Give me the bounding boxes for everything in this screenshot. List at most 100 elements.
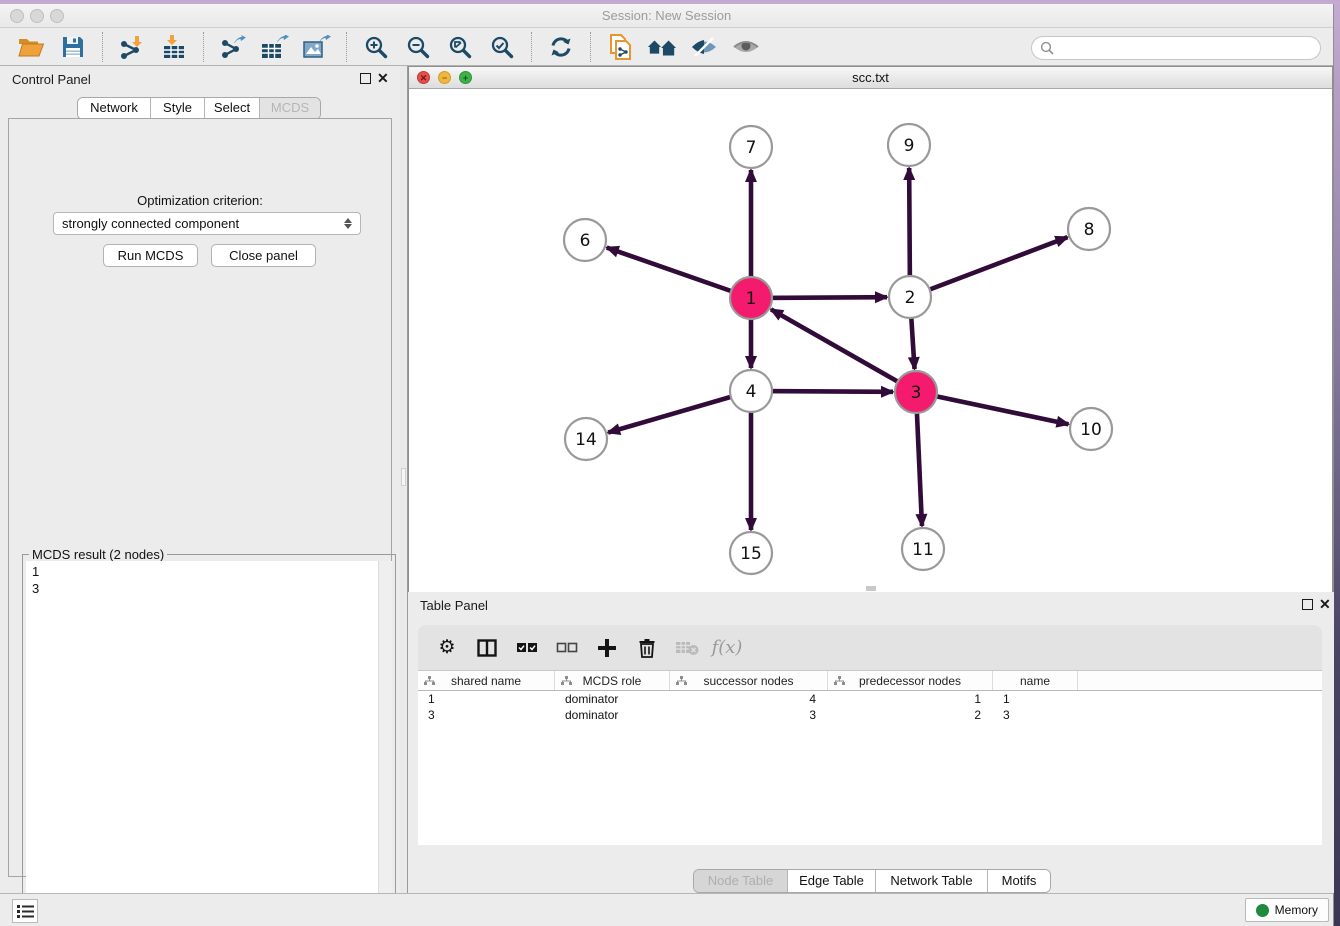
table-row[interactable]: 3 dominator 3 2 3 [418, 707, 1322, 723]
graph-node[interactable]: 1 [730, 277, 772, 319]
tree-icon [561, 676, 572, 686]
close-table-panel-icon[interactable]: ✕ [1319, 596, 1331, 612]
graph-node[interactable]: 6 [564, 219, 606, 261]
graph-node-label: 3 [911, 383, 922, 403]
graph-node[interactable]: 2 [889, 276, 931, 318]
memory-status-icon [1256, 904, 1269, 917]
network-graph[interactable]: 7 9 6 8 1 2 4 3 14 10 15 11 [409, 89, 1332, 592]
graph-node[interactable]: 10 [1070, 408, 1112, 450]
cell-predecessor-nodes[interactable]: 2 [828, 707, 993, 723]
import-network-icon[interactable] [117, 33, 147, 61]
column-header-name[interactable]: name [993, 671, 1078, 690]
zoom-out-icon[interactable] [403, 33, 433, 61]
cell-successor-nodes[interactable]: 4 [670, 691, 828, 707]
export-network-icon[interactable] [218, 33, 248, 61]
cell-name[interactable]: 3 [993, 707, 1078, 723]
graph-node[interactable]: 4 [730, 370, 772, 412]
main-titlebar: Session: New Session [0, 4, 1333, 28]
network-title: scc.txt [409, 70, 1332, 85]
window-title: Session: New Session [0, 8, 1333, 23]
select-stepper-icon [344, 218, 352, 229]
close-panel-icon[interactable]: ✕ [377, 70, 389, 86]
graph-node-label: 11 [912, 540, 934, 560]
delete-row-icon[interactable] [634, 635, 660, 661]
save-session-icon[interactable] [58, 33, 88, 61]
tab-network[interactable]: Network [78, 98, 151, 119]
optimization-select[interactable]: strongly connected component [53, 212, 361, 235]
app-window: Session: New Session [0, 4, 1334, 926]
graph-edge[interactable] [916, 392, 1068, 424]
refresh-icon[interactable] [546, 33, 576, 61]
graph-node[interactable]: 3 [895, 371, 937, 413]
panel-divider[interactable] [400, 66, 408, 893]
cell-shared-name[interactable]: 1 [418, 691, 555, 707]
search-box[interactable] [1031, 36, 1321, 60]
graph-edge[interactable] [607, 248, 751, 298]
run-mcds-button[interactable]: Run MCDS [103, 244, 198, 267]
tab-node-table[interactable]: Node Table [694, 870, 788, 892]
result-scrollbar[interactable] [378, 561, 392, 926]
tab-select[interactable]: Select [205, 98, 260, 119]
zoom-in-icon[interactable] [361, 33, 391, 61]
search-input[interactable] [1055, 41, 1320, 55]
canvas-scroll-thumb[interactable] [866, 586, 876, 591]
hide-selected-icon[interactable] [689, 33, 719, 61]
graph-node[interactable]: 9 [888, 124, 930, 166]
select-all-rows-icon[interactable] [514, 635, 540, 661]
cell-shared-name[interactable]: 3 [418, 707, 555, 723]
show-all-icon[interactable] [731, 33, 761, 61]
task-history-button[interactable] [12, 899, 38, 923]
network-overview-icon[interactable] [647, 33, 677, 61]
column-label: name [1020, 674, 1050, 688]
graph-node[interactable]: 15 [730, 532, 772, 574]
graph-node[interactable]: 11 [902, 528, 944, 570]
column-header-predecessor-nodes[interactable]: predecessor nodes [828, 671, 993, 690]
tab-style[interactable]: Style [151, 98, 205, 119]
table-settings-icon[interactable]: ⚙ [434, 635, 460, 661]
network-titlebar[interactable]: ✕ − + scc.txt [409, 67, 1332, 89]
table-toolbar: ⚙ f(x) [418, 625, 1322, 670]
column-header-shared-name[interactable]: shared name [418, 671, 555, 690]
cell-name[interactable]: 1 [993, 691, 1078, 707]
graph-edge[interactable] [608, 391, 751, 433]
tab-motifs[interactable]: Motifs [988, 870, 1050, 892]
open-session-icon[interactable] [16, 33, 46, 61]
cell-successor-nodes[interactable]: 3 [670, 707, 828, 723]
graph-edge[interactable] [910, 237, 1067, 297]
mcds-result-text[interactable]: 1 3 [26, 561, 378, 926]
divider-handle-icon[interactable] [401, 468, 406, 486]
graph-node[interactable]: 7 [730, 126, 772, 168]
import-table-icon[interactable] [159, 33, 189, 61]
clone-network-icon[interactable] [605, 33, 635, 61]
add-row-icon[interactable] [594, 635, 620, 661]
deselect-all-rows-icon[interactable] [554, 635, 580, 661]
network-canvas[interactable]: 7 9 6 8 1 2 4 3 14 10 15 11 [409, 89, 1332, 592]
memory-button[interactable]: Memory [1245, 898, 1329, 922]
toggle-panel-icon[interactable] [474, 635, 500, 661]
column-label: shared name [451, 674, 521, 688]
graph-node[interactable]: 8 [1068, 208, 1110, 250]
close-panel-button[interactable]: Close panel [211, 244, 316, 267]
delete-table-icon [674, 635, 700, 661]
graph-edge[interactable] [771, 309, 916, 392]
float-table-panel-icon[interactable] [1302, 599, 1313, 610]
export-table-icon[interactable] [260, 33, 290, 61]
tree-icon [834, 676, 845, 686]
tab-network-table[interactable]: Network Table [876, 870, 988, 892]
graph-node[interactable]: 14 [565, 418, 607, 460]
network-window: ✕ − + scc.txt 7 9 6 8 1 2 4 3 14 10 15 11 [408, 66, 1333, 593]
table-row[interactable]: 1 dominator 4 1 1 [418, 691, 1322, 707]
cell-predecessor-nodes[interactable]: 1 [828, 691, 993, 707]
tab-mcds[interactable]: MCDS [260, 98, 320, 119]
column-header-mcds-role[interactable]: MCDS role [555, 671, 670, 690]
tab-edge-table[interactable]: Edge Table [788, 870, 876, 892]
float-panel-icon[interactable] [360, 73, 371, 84]
toolbar-separator [590, 32, 591, 62]
zoom-fit-icon[interactable] [445, 33, 475, 61]
zoom-selected-icon[interactable] [487, 33, 517, 61]
column-header-successor-nodes[interactable]: successor nodes [670, 671, 828, 690]
cell-mcds-role[interactable]: dominator [555, 691, 670, 707]
cell-filler [1078, 691, 1322, 707]
cell-mcds-role[interactable]: dominator [555, 707, 670, 723]
export-image-icon[interactable] [302, 33, 332, 61]
